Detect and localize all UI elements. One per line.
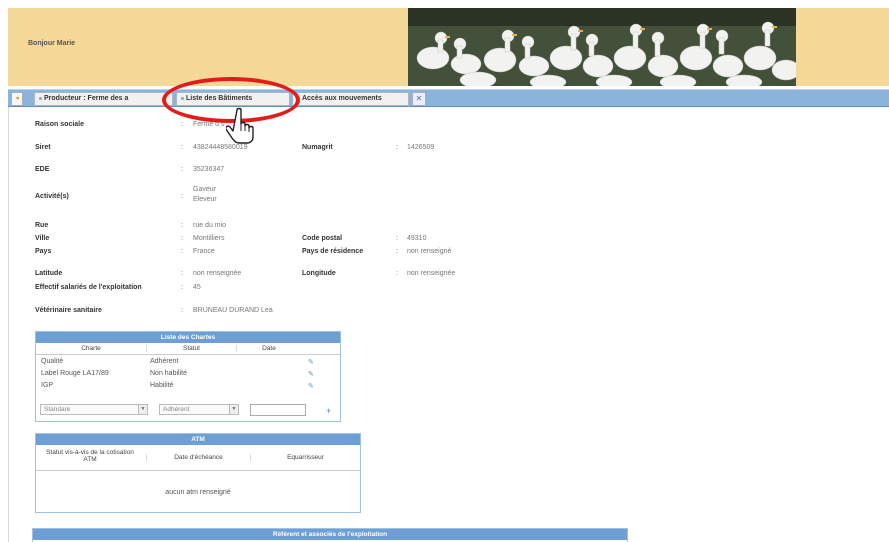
colon: : [396, 235, 398, 242]
siret-label: Siret [35, 144, 51, 151]
veterinaire-value: BRUNEAU DURAND Lea [193, 307, 273, 314]
statut-cell: Non habilité [150, 370, 187, 377]
pencil-icon[interactable]: ✎ [308, 358, 314, 366]
left-border [8, 107, 9, 542]
tab-dot-icon [39, 96, 42, 100]
charte-select-value: Standare [44, 406, 71, 413]
longitude-label: Longitude [302, 270, 336, 277]
latitude-value: non renseignée [193, 270, 242, 277]
referent-panel: Référent et associés de l'exploitation [32, 528, 628, 542]
effectif-value: 45 [193, 284, 201, 291]
numagrit-value: 1426509 [407, 144, 435, 151]
colon: : [181, 248, 183, 255]
tab-acces-mouvements[interactable]: Accès aux mouvements [292, 92, 409, 106]
arrow-left-icon[interactable]: ◂ [11, 92, 23, 106]
referent-panel-title: Référent et associés de l'exploitation [33, 529, 627, 540]
header-banner: Bonjour Marie [8, 8, 889, 86]
siret-value: 43824448580019 [193, 144, 248, 151]
close-icon[interactable]: ✕ [412, 92, 426, 106]
atm-header-row: Statut vis-à-vis de la cotisation ATM Da… [36, 445, 360, 471]
pencil-icon[interactable]: ✎ [308, 382, 314, 390]
date-input[interactable] [250, 404, 306, 416]
pencil-icon[interactable]: ✎ [308, 370, 314, 378]
colon: : [181, 235, 183, 242]
colon: : [181, 144, 183, 151]
ede-label: EDE [35, 166, 50, 173]
pays-value: France [193, 248, 215, 255]
charte-select[interactable]: Standare ▼ [40, 404, 148, 415]
colon: : [181, 284, 183, 291]
chartes-panel-title: Liste des Chartes [36, 332, 340, 343]
pays-label: Pays [35, 248, 52, 255]
colon: : [396, 270, 398, 277]
colon: : [181, 193, 183, 200]
col-date: Date [236, 345, 301, 352]
chevron-down-icon: ▼ [138, 405, 147, 414]
activite-eleveur: Eleveur [193, 196, 217, 203]
tab-bar: ◂ Producteur : Ferme des a Liste des Bât… [8, 89, 889, 107]
ede-value: 35236347 [193, 166, 225, 173]
statut-cell: Adhérent [150, 358, 179, 365]
rue-label: Rue [35, 222, 49, 229]
col-date-echeance: Date d'échéance [146, 454, 250, 461]
code-postal-label: Code postal [302, 235, 343, 242]
atm-panel: ATM Statut vis-à-vis de la cotisation AT… [35, 433, 361, 513]
raison-sociale-label: Raison sociale [35, 121, 85, 128]
tab-producteur[interactable]: Producteur : Ferme des a [34, 92, 173, 106]
colon: : [181, 307, 183, 314]
statut-select[interactable]: Adhérent ▼ [159, 404, 239, 415]
chartes-panel: Liste des Chartes Charte Statut Date Qua… [35, 331, 341, 422]
colon: : [181, 121, 183, 128]
pays-residence-value: non renseigné [407, 248, 452, 255]
ville-label: Ville [35, 235, 50, 242]
latitude-label: Latitude [35, 270, 63, 277]
charte-cell: Label Rouge LA17/89 [41, 370, 109, 377]
atm-empty-message: aucun atm renseigné [165, 489, 231, 496]
plus-icon[interactable]: + [326, 406, 331, 416]
activite-gaveur: Gaveur [193, 186, 216, 193]
effectif-label: Effectif salariés de l'exploitation [35, 284, 142, 291]
statut-cell: Habilité [150, 382, 174, 389]
statut-select-value: Adhérent [163, 406, 190, 413]
colon: : [181, 270, 183, 277]
colon: : [181, 166, 183, 173]
rue-value: rue du mio [193, 222, 227, 229]
charte-cell: Qualité [41, 358, 64, 365]
col-charte: Charte [81, 345, 101, 352]
col-statut-atm: Statut vis-à-vis de la cotisation ATM [46, 449, 134, 463]
tab-producteur-label: Producteur : Ferme des a [44, 95, 129, 102]
numagrit-label: Numagrit [302, 144, 333, 151]
pays-residence-label: Pays de résidence [302, 248, 364, 255]
ducks-photo [408, 8, 796, 86]
veterinaire-label: Vétérinaire sanitaire [35, 307, 102, 314]
hand-pointer-icon [225, 106, 266, 144]
colon: : [396, 144, 398, 151]
colon: : [396, 248, 398, 255]
colon: : [181, 222, 183, 229]
code-postal-value: 49310 [407, 235, 427, 242]
charte-cell: IGP [41, 382, 54, 389]
ducks-banner-image [408, 8, 796, 86]
tab-acces-mouvements-label: Accès aux mouvements [302, 95, 382, 102]
col-equarrisseur: Equarrisseur [250, 454, 360, 461]
atm-panel-title: ATM [36, 434, 360, 445]
ville-value: Montilliers [193, 235, 225, 242]
chevron-down-icon: ▼ [229, 405, 238, 414]
chartes-header-row: Charte Statut Date [36, 343, 340, 355]
longitude-value: non renseignée [407, 270, 456, 277]
col-statut: Statut [146, 345, 236, 352]
activites-label: Activité(s) [35, 193, 69, 200]
greeting-text: Bonjour Marie [28, 40, 76, 47]
